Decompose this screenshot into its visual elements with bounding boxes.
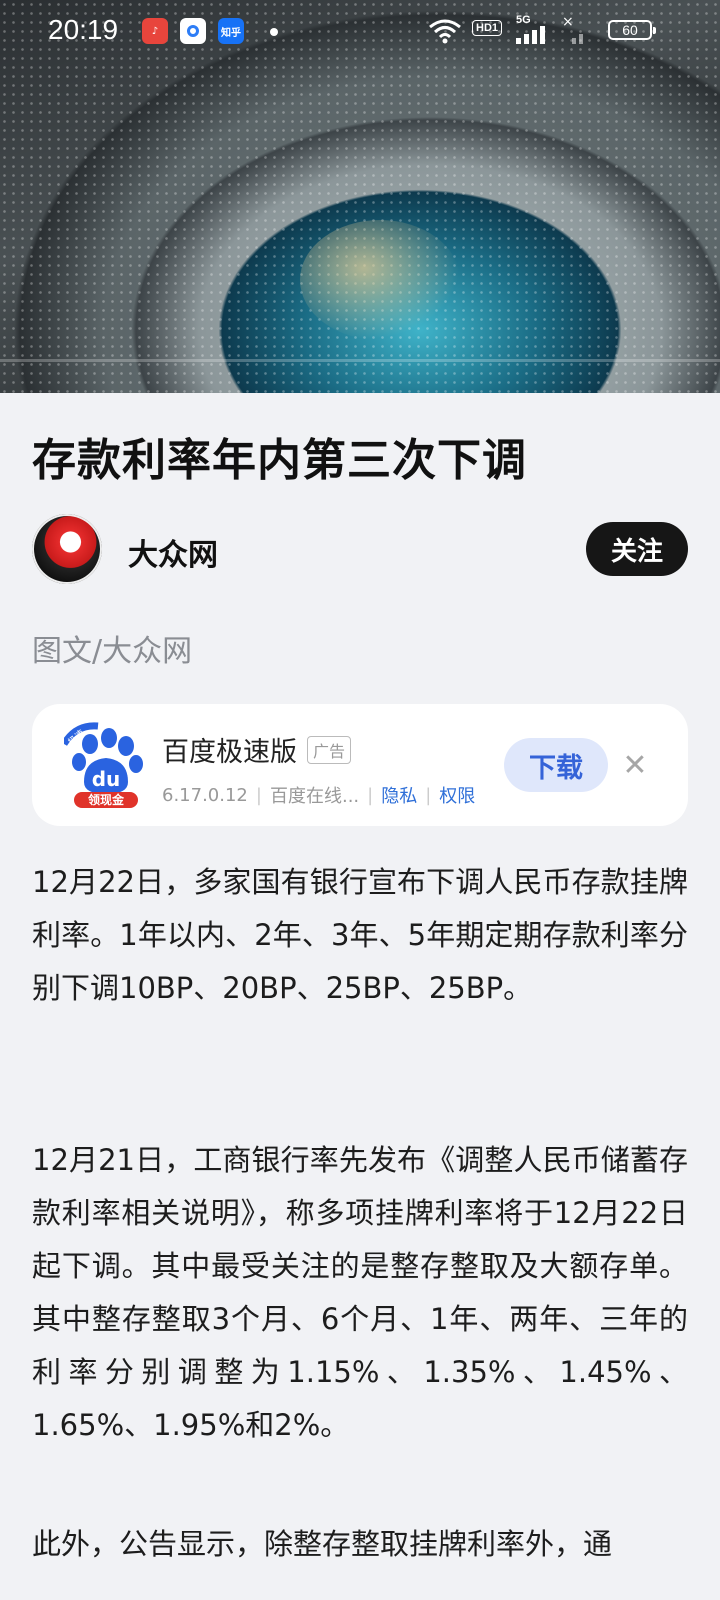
author-name[interactable]: 大众网: [128, 530, 218, 574]
more-notifications-dot: [270, 28, 278, 36]
ad-logo-mid-text: du: [92, 767, 121, 791]
ad-meta: 6.17.0.12 | 百度在线... | 隐私 | 权限: [162, 782, 475, 808]
hero-globe-landmass: [300, 220, 460, 340]
ad-version: 6.17.0.12: [162, 784, 248, 806]
wifi-icon: [429, 19, 461, 44]
ad-meta-separator: |: [425, 784, 432, 806]
signal-2-icon: [572, 34, 583, 44]
ad-permission-link[interactable]: 权限: [439, 782, 475, 808]
article-title: 存款利率年内第三次下调: [32, 435, 527, 486]
author-avatar[interactable]: [32, 514, 102, 584]
baidu-app-logo: 极速 du 领现金: [64, 722, 143, 808]
article-paragraph: 12月21日，工商银行率先发布《调整人民币储蓄存款利率相关说明》，称多项挂牌利率…: [32, 1143, 688, 1442]
ad-meta-separator: |: [367, 784, 374, 806]
ad-meta-separator: |: [255, 784, 262, 806]
status-bar: 20:19 ♪ 知乎 HD1 5G × 60: [0, 0, 720, 64]
ad-app-name: 百度极速版: [162, 737, 297, 768]
network-type: 5G: [516, 14, 531, 26]
signal-icon: [516, 26, 545, 44]
article-paragraph: 12月22日，多家国有银行宣布下调人民币存款挂牌利率。1年以内、2年、3年、5年…: [32, 865, 688, 1005]
author-row: 大众网 关注: [32, 514, 688, 586]
article-byline: 图文/大众网: [32, 634, 193, 669]
follow-button[interactable]: 关注: [586, 522, 688, 576]
ad-app-name-row: 百度极速版 广告: [162, 730, 352, 769]
zhihu-icon: 知乎: [218, 18, 244, 44]
battery-indicator: 60: [608, 20, 656, 40]
hd-badge: HD1: [472, 20, 503, 36]
browser-icon: [180, 18, 206, 44]
ad-privacy-link[interactable]: 隐私: [381, 782, 417, 808]
article-paragraph: 此外，公告显示，除整存整取挂牌利率外，通: [32, 1527, 613, 1561]
image-progress-bar: [0, 359, 720, 362]
status-time: 20:19: [48, 14, 119, 45]
ad-logo-bottom-text: 领现金: [88, 792, 125, 807]
close-ad-icon[interactable]: ✕: [618, 748, 652, 783]
douyin-icon: ♪: [142, 18, 168, 44]
download-button[interactable]: 下载: [504, 738, 608, 792]
ad-tag: 广告: [307, 735, 352, 764]
ad-card[interactable]: 极速 du 领现金 百度极速版 广告 6.17.0.12 | 百度在线... |…: [32, 704, 688, 826]
ad-developer: 百度在线...: [269, 786, 360, 807]
